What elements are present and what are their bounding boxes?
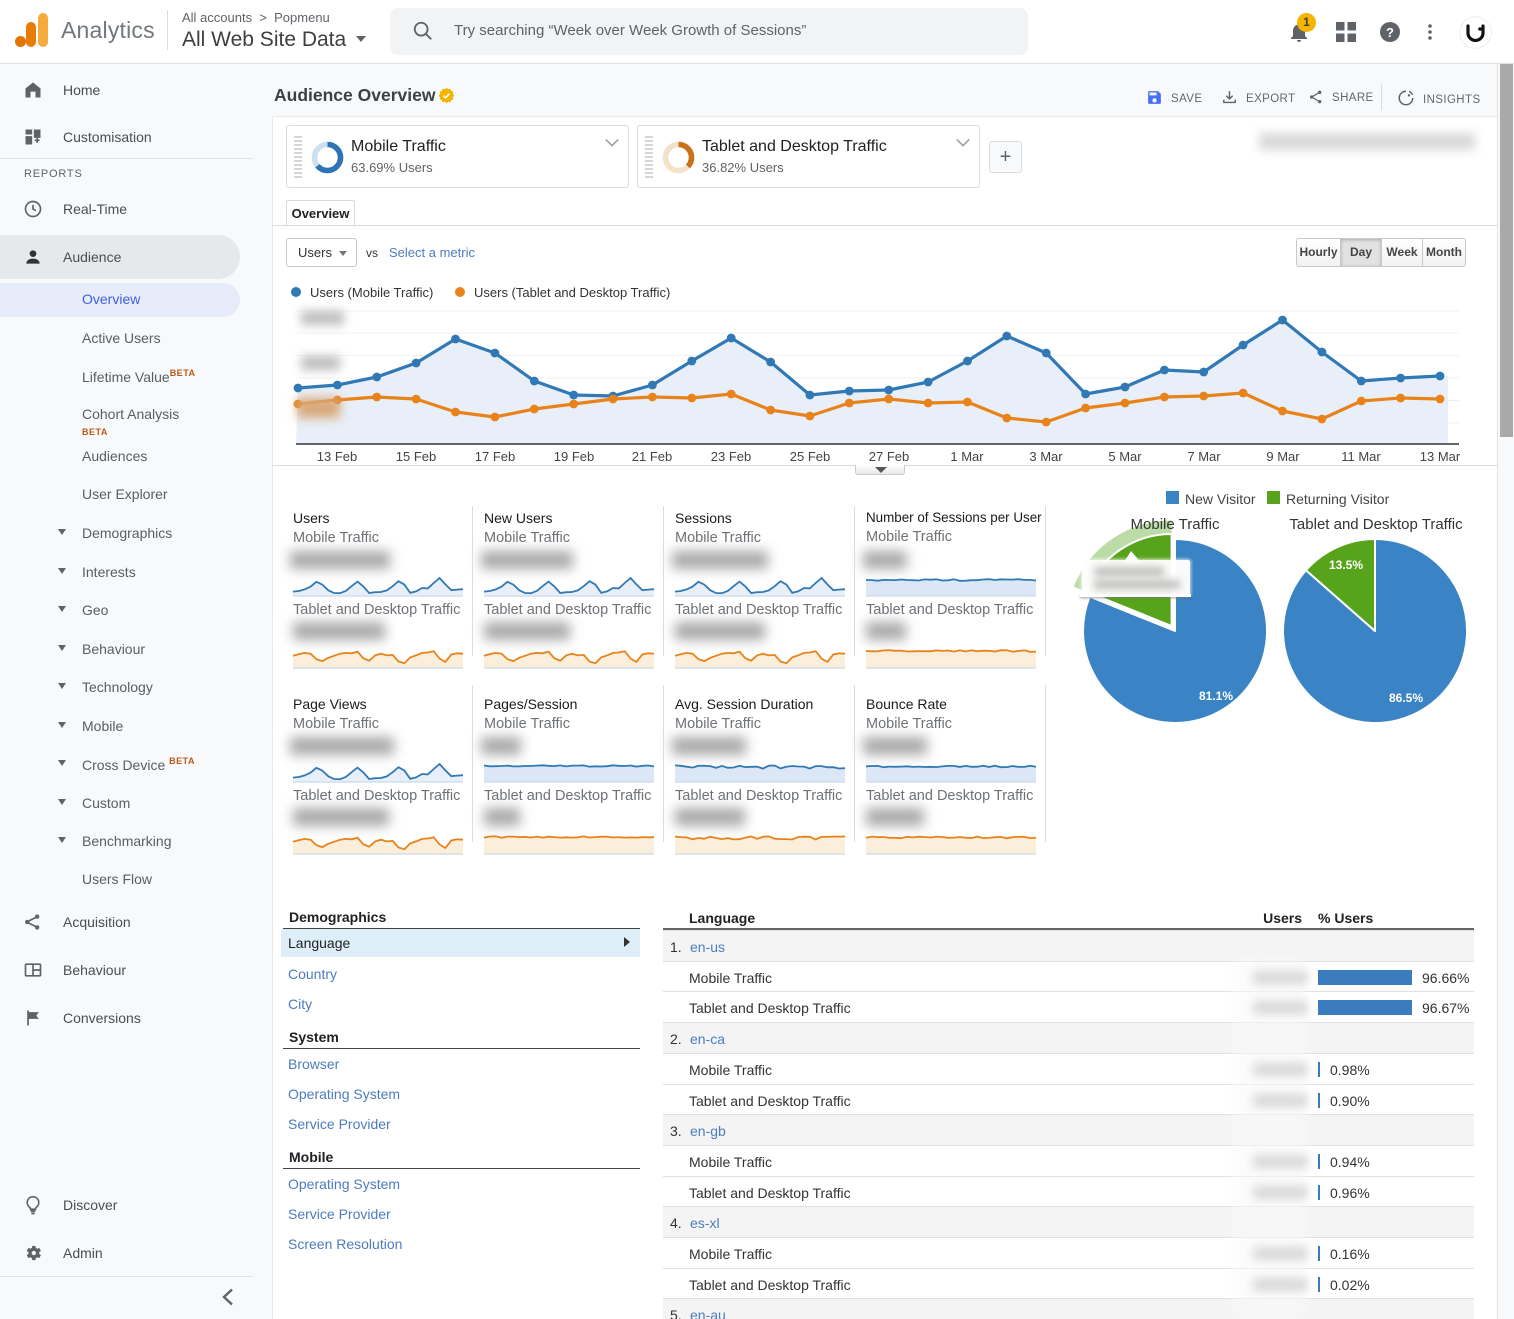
svg-text:81.1%: 81.1%: [1199, 689, 1233, 703]
svg-text:13.5%: 13.5%: [1329, 558, 1363, 572]
svg-text:?: ?: [1386, 25, 1394, 40]
svg-text:86.5%: 86.5%: [1389, 691, 1423, 705]
